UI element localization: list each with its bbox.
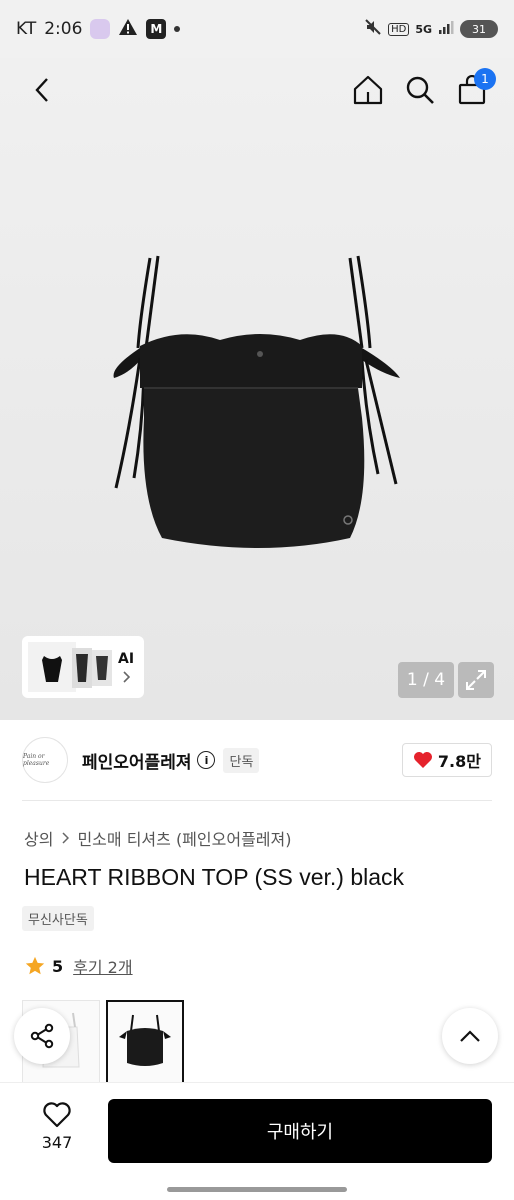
- cart-count-badge: 1: [474, 68, 496, 90]
- star-icon: [25, 956, 45, 975]
- mute-icon: [364, 18, 382, 41]
- more-dot-icon: [174, 26, 181, 32]
- rating-value: 5: [52, 956, 64, 976]
- ai-label: AI: [118, 651, 135, 667]
- wishlist-count: 347: [41, 1133, 73, 1152]
- info-icon[interactable]: i: [197, 751, 216, 769]
- product-image: [113, 255, 400, 548]
- brand-name[interactable]: 페인오어플레져: [82, 748, 191, 773]
- brand-row: Pain or pleasure 페인오어플레져 i 단독 7.8만: [22, 736, 492, 784]
- signal-5g-label: 5G: [415, 22, 432, 36]
- expand-button[interactable]: [458, 662, 494, 698]
- image-counter: 1 / 4: [398, 662, 454, 698]
- home-icon: [353, 75, 383, 105]
- option-thumb-black[interactable]: [106, 1000, 184, 1084]
- expand-icon: [466, 670, 486, 690]
- chevron-left-icon: [35, 78, 48, 102]
- home-button[interactable]: [348, 70, 388, 110]
- warning-icon: [118, 18, 138, 41]
- ai-fitting-thumbnails[interactable]: AI: [22, 636, 144, 698]
- share-icon: [30, 1023, 54, 1049]
- battery-icon: 31: [460, 20, 498, 38]
- share-button[interactable]: [14, 1008, 70, 1064]
- divider: [22, 800, 492, 801]
- breadcrumb-category[interactable]: 상의: [24, 826, 53, 850]
- review-link[interactable]: 후기 2개: [73, 954, 132, 978]
- thumbnail-stack: [28, 642, 114, 692]
- m-badge-icon: M: [146, 19, 167, 39]
- brand-logo-text: Pain or pleasure: [23, 753, 50, 767]
- product-title: HEART RIBBON TOP (SS ver.) black: [24, 864, 405, 890]
- heart-outline-icon: [43, 1102, 71, 1128]
- cart-button[interactable]: 1: [452, 68, 496, 110]
- heart-filled-icon: [413, 752, 432, 768]
- back-button[interactable]: [24, 72, 60, 108]
- brand-like-count: 7.8만: [437, 752, 481, 771]
- scroll-top-button[interactable]: [442, 1008, 498, 1064]
- musinsa-exclusive-tag: 무신사단독: [22, 906, 94, 931]
- wishlist-button[interactable]: 347: [22, 1101, 92, 1152]
- buy-button[interactable]: 구매하기: [108, 1099, 492, 1163]
- brand-logo[interactable]: Pain or pleasure: [22, 737, 68, 783]
- chevron-right-icon: [62, 832, 70, 844]
- rating-row: 5 후기 2개: [24, 954, 133, 978]
- hd-icon: HD: [388, 22, 410, 36]
- chevron-up-icon: [460, 1030, 480, 1042]
- breadcrumb: 상의 민소매 티셔츠 (페인오어플레져): [24, 826, 291, 850]
- home-indicator[interactable]: [167, 1187, 347, 1192]
- carrier-label: KT: [16, 19, 37, 39]
- signal-icon: [438, 19, 454, 40]
- brand-like-button[interactable]: 7.8만: [401, 743, 492, 777]
- search-button[interactable]: [400, 70, 440, 110]
- app-notification-icon: [90, 19, 111, 39]
- exclusive-tag: 단독: [223, 747, 260, 773]
- product-gallery[interactable]: 1 AI 1 / 4: [0, 58, 514, 720]
- bottom-action-bar: 347 구매하기: [0, 1082, 514, 1200]
- chevron-right-icon: [123, 671, 131, 683]
- search-icon: [406, 76, 434, 104]
- status-bar: KT 2:06 M HD 5G 31: [0, 0, 514, 58]
- breadcrumb-subcategory[interactable]: 민소매 티셔츠 (페인오어플레져): [77, 826, 291, 850]
- time-label: 2:06: [44, 19, 83, 39]
